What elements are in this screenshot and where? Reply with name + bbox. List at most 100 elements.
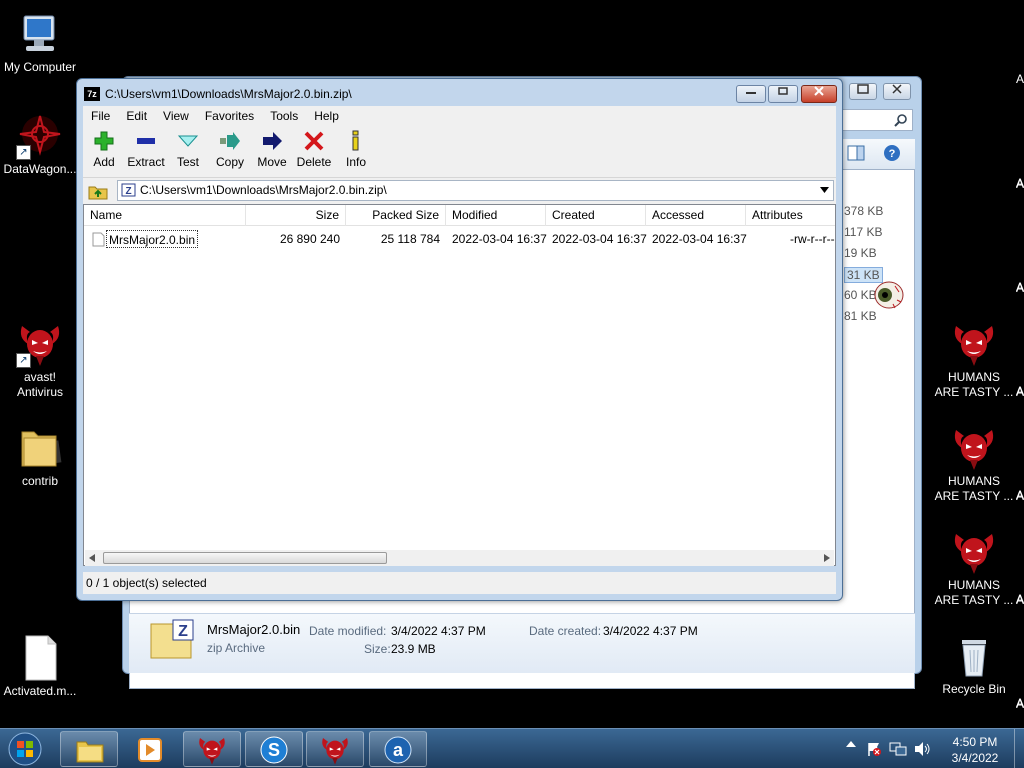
desktop-icon-label: HUMANS [947,578,1000,592]
clipped-label-letter: A [1016,280,1024,294]
taskbar-explorer[interactable] [60,731,118,767]
chevron-up-icon [846,741,856,747]
help-icon[interactable]: ? [883,144,901,162]
restore-icon [778,87,788,95]
taskbar-devil-app-2[interactable] [306,731,364,767]
explorer-size-cell: 81 KB [844,309,877,323]
sevenzip-app-icon: 7z [84,87,100,101]
info-button[interactable]: Info [335,130,377,169]
desktop-icon-label: Activated.m... [3,684,77,698]
preview-pane-icon[interactable] [847,145,865,161]
scroll-left-icon[interactable] [89,554,95,562]
svg-text:S: S [268,740,280,760]
shortcut-arrow-icon: ↗ [16,353,31,368]
info-icon [352,130,359,151]
details-file-name: MrsMajor2.0.bin [207,622,301,637]
extract-icon [137,138,155,144]
volume-icon[interactable] [913,741,931,757]
extract-button[interactable]: Extract [125,130,167,169]
desktop-icon-avast[interactable]: ↗ avast! Antivirus [0,320,80,400]
explorer-close-button[interactable] [883,83,911,100]
column-header-accessed[interactable]: Accessed [646,205,746,226]
extract-label: Extract [127,155,165,169]
test-label: Test [176,155,199,169]
menu-edit[interactable]: Edit [118,109,155,123]
column-header-attributes[interactable]: Attributes [746,205,835,226]
delete-button[interactable]: Delete [293,130,335,169]
desktop-icon-humans-are-tasty-3[interactable]: HUMANS ARE TASTY ... [934,528,1014,608]
menu-file[interactable]: File [83,109,118,123]
maximize-icon [857,84,869,94]
clipped-label-letter: A [1016,72,1024,86]
horizontal-scrollbar[interactable] [85,550,834,566]
menu-tools[interactable]: Tools [262,109,306,123]
sevenzip-window[interactable]: 7z C:\Users\vm1\Downloads\MrsMajor2.0.bi… [76,78,843,601]
menu-help[interactable]: Help [306,109,347,123]
desktop-icon-activated[interactable]: Activated.m... [0,634,80,699]
test-icon [177,135,199,147]
eyeball-icon [874,281,904,309]
clock-time: 4:50 PM [952,735,998,749]
address-input[interactable]: Z C:\Users\vm1\Downloads\MrsMajor2.0.bin… [117,180,834,201]
clock-date: 3/4/2022 [951,751,999,765]
details-size-label: Size: [364,642,391,656]
desktop-icon-label: My Computer [3,60,77,74]
clipped-label-letter: A [1016,176,1024,190]
chevron-down-icon[interactable] [820,187,829,193]
windows-logo-icon [8,732,42,766]
desktop-icon-label: ARE TASTY ... [934,385,1014,399]
network-icon[interactable] [889,741,907,757]
explorer-size-cell: 19 KB [844,246,877,260]
desktop-icon-humans-are-tasty-1[interactable]: HUMANS ARE TASTY ... [934,320,1014,400]
scrollbar-thumb[interactable] [103,552,387,564]
system-clock[interactable]: 4:50 PM 3/4/2022 [940,734,1010,766]
desktop-icon-humans-are-tasty-2[interactable]: HUMANS ARE TASTY ... [934,424,1014,504]
maximize-button[interactable] [768,85,798,103]
desktop-icon-label: ARE TASTY ... [934,489,1014,503]
column-header-modified[interactable]: Modified [446,205,546,226]
up-folder-icon[interactable] [88,182,108,200]
test-button[interactable]: Test [167,130,209,169]
desktop-icon-datawagon[interactable]: ↗ DataWagon... [0,112,80,177]
taskbar-azureus[interactable]: a [369,731,427,767]
add-button[interactable]: Add [83,130,125,169]
row-size: 26 890 240 [279,232,340,246]
file-list[interactable]: Name Size Packed Size Modified Created A… [83,204,836,566]
column-header-name[interactable]: Name [84,205,246,226]
column-header-packed-size[interactable]: Packed Size [346,205,446,226]
start-button[interactable] [6,731,44,767]
action-center-flag-icon[interactable] [866,741,882,757]
avast-antivirus-shortcut-icon: ↗ [16,320,64,368]
taskbar-devil-app[interactable] [183,731,241,767]
show-hidden-icons-button[interactable] [846,739,856,750]
minimize-button[interactable] [736,85,766,103]
desktop-icon-my-computer[interactable]: My Computer [0,10,80,75]
column-header-created[interactable]: Created [546,205,646,226]
details-date-created-label: Date created: [529,624,602,638]
menu-view[interactable]: View [155,109,197,123]
activated-file-icon [16,634,64,682]
move-button[interactable]: Move [251,130,293,169]
explorer-maximize-button[interactable] [849,83,877,100]
clipped-label-letter: A [1016,592,1024,606]
close-button[interactable] [801,85,837,103]
column-header-size[interactable]: Size [246,205,346,226]
taskbar-media-player[interactable] [120,731,178,767]
copy-button[interactable]: Copy [209,130,251,169]
devil-icon [318,734,352,766]
menu-favorites[interactable]: Favorites [197,109,262,123]
minimize-icon [746,92,756,94]
scroll-right-icon[interactable] [824,554,830,562]
copy-icon [220,132,240,150]
devil-icon [195,734,229,766]
taskbar-skype[interactable]: S [245,731,303,767]
desktop-icon-label: ARE TASTY ... [934,593,1014,607]
copy-label: Copy [215,155,244,169]
desktop-icon-contrib[interactable]: contrib [0,424,80,489]
desktop-icon-recycle-bin[interactable]: Recycle Bin [934,632,1014,697]
show-desktop-button[interactable] [1014,729,1024,768]
delete-icon [304,131,324,151]
row-name[interactable]: MrsMajor2.0.bin [106,230,199,248]
devil-icon [950,528,998,576]
desktop-icon-label: Recycle Bin [942,682,1006,696]
